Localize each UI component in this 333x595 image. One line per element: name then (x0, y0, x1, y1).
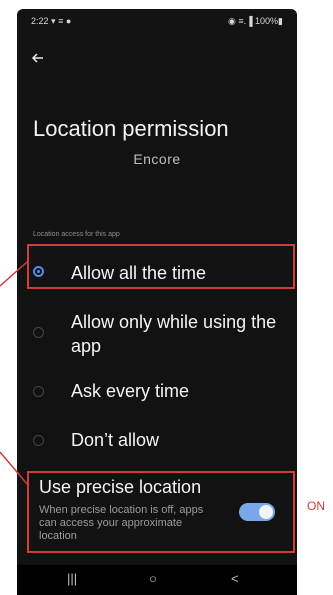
page-title: Location permission (33, 116, 229, 141)
option-label: Ask every time (71, 381, 190, 401)
navigation-bar: ||| ○ < (17, 565, 297, 595)
highlight-box-allow-all (27, 244, 295, 289)
status-bar: 2:22 ▾ ≡ ● ◉ ≡.▐ 100%▮ (17, 9, 297, 35)
option-dont-allow[interactable]: Don’t allow (17, 424, 297, 460)
app-name: Encore (133, 151, 181, 165)
annotation-pointer-lines (0, 261, 28, 485)
option-label: Don’t allow (71, 430, 160, 450)
recents-icon[interactable]: ||| (67, 571, 77, 586)
highlight-box-precise-location (27, 471, 295, 553)
option-ask-every-time[interactable]: Ask every time (17, 375, 297, 411)
status-indicators-right: ◉ ≡.▐ 100%▮ (228, 16, 283, 26)
home-icon[interactable]: ○ (149, 571, 157, 586)
option-label: Allow only while using the app (71, 312, 277, 356)
option-allow-while-using[interactable]: Allow only while using the app (17, 301, 297, 361)
section-label: Location access for this app (33, 231, 120, 238)
on-annotation-label: ON (307, 499, 325, 513)
back-icon[interactable]: < (231, 571, 239, 586)
status-indicators-left: ▾ ≡ ● (51, 16, 72, 26)
